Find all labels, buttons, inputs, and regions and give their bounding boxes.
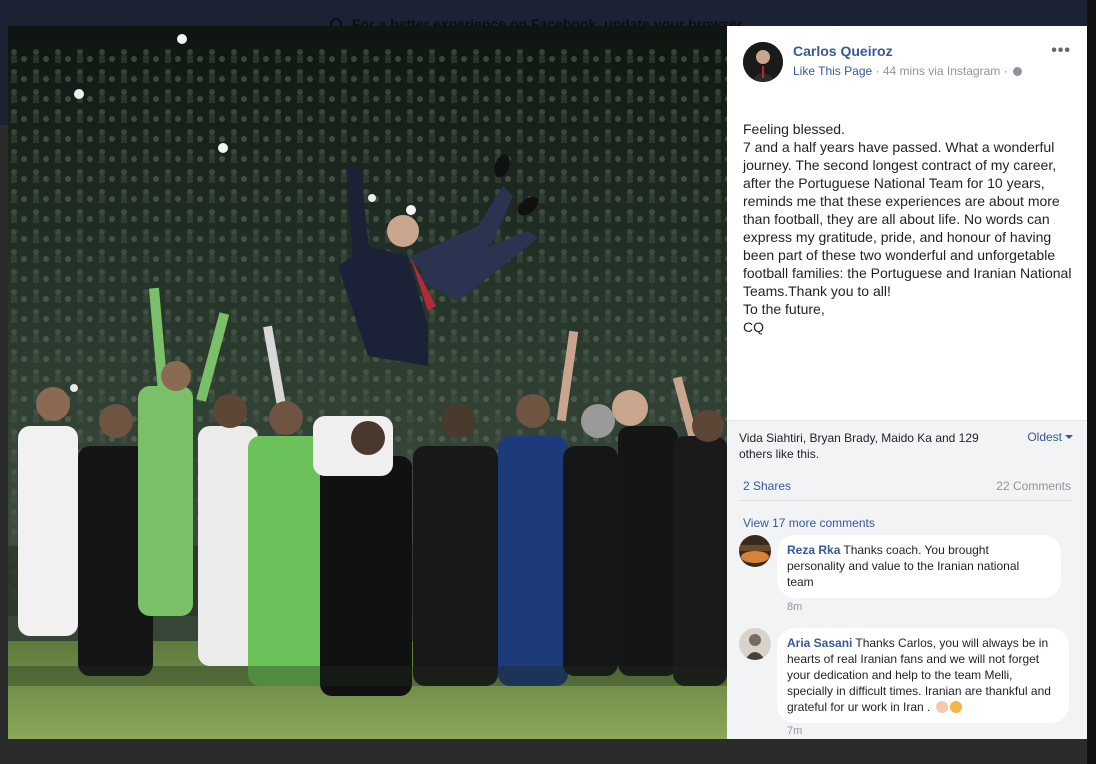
commenter-avatar-image bbox=[739, 628, 771, 660]
author-name[interactable]: Carlos Queiroz bbox=[793, 43, 893, 59]
post-timestamp[interactable]: 44 mins via Instagram bbox=[883, 64, 1000, 78]
comment-sort-dropdown[interactable]: Oldest bbox=[1027, 430, 1073, 444]
post-photo[interactable] bbox=[8, 26, 727, 739]
shares-link[interactable]: 2 Shares bbox=[743, 479, 791, 493]
post-line: CQ bbox=[743, 319, 764, 335]
clapping-hands-emoji bbox=[935, 701, 948, 713]
author-avatar-image bbox=[743, 42, 783, 82]
like-page-link[interactable]: Like This Page bbox=[793, 64, 872, 78]
commenter-name[interactable]: Reza Rka bbox=[787, 543, 840, 557]
background-scrollbar bbox=[1087, 0, 1096, 764]
likes-summary[interactable]: Vida Siahtiri, Bryan Brady, Maido Ka and… bbox=[739, 430, 1009, 462]
comment-time[interactable]: 8m bbox=[787, 601, 802, 613]
comment-time[interactable]: 7m bbox=[787, 725, 802, 737]
feedback-section: Vida Siahtiri, Bryan Brady, Maido Ka and… bbox=[727, 420, 1087, 739]
post-header: Carlos Queiroz Like This Page · 44 mins … bbox=[743, 42, 1073, 86]
more-options-icon[interactable]: ••• bbox=[1051, 42, 1071, 60]
post-body: Feeling blessed. 7 and a half years have… bbox=[743, 120, 1073, 336]
post-meta: Like This Page · 44 mins via Instagram · bbox=[793, 64, 1022, 78]
view-more-comments-link[interactable]: View 17 more comments bbox=[743, 516, 875, 530]
commenter-avatar-image bbox=[739, 535, 771, 567]
sort-label: Oldest bbox=[1027, 430, 1062, 444]
post-stats: 2 Shares 22 Comments bbox=[739, 473, 1071, 501]
praying-hands-emoji bbox=[949, 701, 962, 713]
author-avatar[interactable] bbox=[743, 42, 783, 82]
celebration-photo bbox=[8, 26, 727, 739]
post-line: Feeling blessed. bbox=[743, 121, 845, 137]
commenter-avatar[interactable] bbox=[739, 628, 771, 660]
post-line: 7 and a half years have passed. What a w… bbox=[743, 139, 1072, 299]
commenter-name[interactable]: Aria Sasani bbox=[787, 636, 852, 650]
post-side-panel: Carlos Queiroz Like This Page · 44 mins … bbox=[727, 26, 1087, 739]
commenter-avatar[interactable] bbox=[739, 535, 771, 567]
comment-bubble: Aria Sasani Thanks Carlos, you will alway… bbox=[777, 628, 1069, 723]
post-line: To the future, bbox=[743, 301, 825, 317]
comments-count[interactable]: 22 Comments bbox=[996, 479, 1071, 493]
globe-icon bbox=[1012, 67, 1022, 76]
meta-separator-2: · bbox=[1003, 64, 1008, 78]
meta-separator: · bbox=[875, 64, 880, 78]
comment-bubble: Reza Rka Thanks coach. You brought person… bbox=[777, 535, 1061, 598]
dropdown-caret-icon bbox=[1065, 435, 1073, 439]
